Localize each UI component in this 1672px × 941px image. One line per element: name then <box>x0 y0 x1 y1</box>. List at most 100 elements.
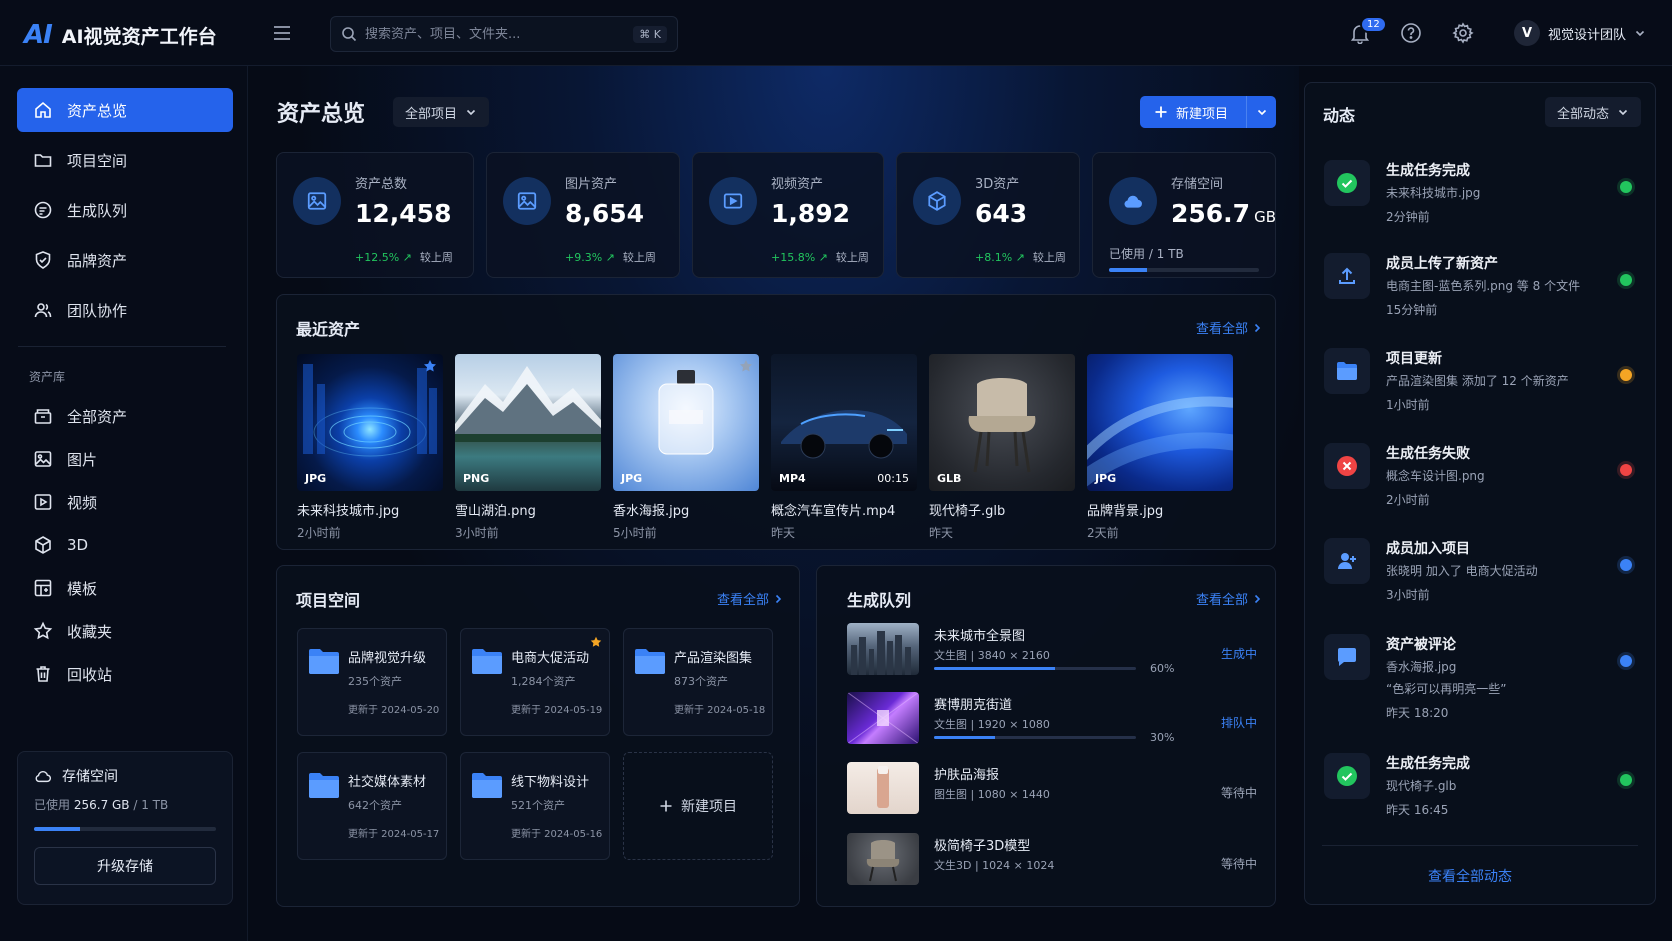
project-filter-value: 全部项目 <box>405 106 458 122</box>
asset-thumbnail: JPG <box>1087 354 1233 491</box>
search-bar[interactable]: ⌘ K <box>330 16 678 52</box>
activity-item-time: 1小时前 <box>1386 398 1430 412</box>
gear-icon[interactable] <box>1452 22 1474 44</box>
chevron-right-icon <box>773 594 783 604</box>
recent-view-all-link[interactable]: 查看全部 <box>1196 318 1262 337</box>
asset-card[interactable]: MP4 00:15 概念汽车宣传片.mp4 昨天 <box>771 354 917 541</box>
plus-icon <box>1154 105 1168 119</box>
activity-filter-select[interactable]: 全部动态 <box>1545 97 1642 127</box>
trash-icon <box>33 664 53 684</box>
asset-card[interactable]: GLB 现代椅子.glb 昨天 <box>929 354 1075 541</box>
stat-card-3d[interactable]: 3D资产 643 +8.1% ↗ 较上周 <box>896 152 1080 278</box>
activity-item-desc: 张晓明 加入了 电商大促活动 <box>1386 564 1538 578</box>
activity-item[interactable]: 资产被评论 香水海报.jpg “色彩可以再明亮一些” 昨天 18:20 <box>1324 626 1640 726</box>
project-asset-count: 642个资产 <box>348 799 402 812</box>
stat-card-total[interactable]: 资产总数 12,458 +12.5% ↗ 较上周 <box>276 152 474 278</box>
projects-view-all-link[interactable]: 查看全部 <box>717 589 783 608</box>
comment-icon <box>1324 634 1370 680</box>
folder-icon <box>1324 348 1370 394</box>
sidebar-item-favorites[interactable]: 收藏夹 <box>17 612 233 650</box>
activity-view-all-link[interactable]: 查看全部动态 <box>1428 866 1512 886</box>
help-icon[interactable] <box>1400 22 1422 44</box>
notification-badge: 12 <box>1360 16 1387 33</box>
sidebar-item-team[interactable]: 团队协作 <box>17 288 233 332</box>
chevron-right-icon <box>1252 594 1262 604</box>
new-project-main[interactable]: 新建项目 <box>1140 103 1246 122</box>
new-project-button[interactable]: 新建项目 <box>1140 96 1276 128</box>
upload-icon <box>1324 253 1370 299</box>
asset-card[interactable]: JPG 品牌背景.jpg 2天前 <box>1087 354 1233 541</box>
asset-card[interactable]: JPG 香水海报.jpg 5小时前 <box>613 354 759 541</box>
star-icon[interactable] <box>738 358 754 374</box>
queue-item[interactable]: 护肤品海报 图生图 | 1080 × 1440 等待中 <box>847 762 1257 818</box>
asset-format-badge: PNG <box>463 472 490 485</box>
image-icon <box>33 449 53 469</box>
queue-view-all-link[interactable]: 查看全部 <box>1196 589 1262 608</box>
video-icon <box>709 177 757 225</box>
queue-item-name: 未来城市全景图 <box>934 629 1026 644</box>
stat-value: 256.7 GB <box>1171 199 1276 228</box>
sidebar-item-videos[interactable]: 视频 <box>17 483 233 521</box>
sidebar-item-brand[interactable]: 品牌资产 <box>17 238 233 282</box>
upgrade-storage-button[interactable]: 升级存储 <box>34 847 216 885</box>
user-menu[interactable]: V 视觉设计团队 <box>1514 20 1646 46</box>
stat-card-images[interactable]: 图片资产 8,654 +9.3% ↗ 较上周 <box>486 152 680 278</box>
asset-format-badge: MP4 <box>779 472 806 485</box>
activity-item[interactable]: 生成任务失败 概念车设计图.png 2小时前 <box>1324 435 1640 515</box>
asset-time: 昨天 <box>929 526 954 540</box>
activity-item[interactable]: 生成任务完成 现代椅子.glb 昨天 16:45 <box>1324 745 1640 825</box>
project-card[interactable]: 线下物料设计 521个资产 更新于 2024-05-16 <box>460 752 610 860</box>
queue-item[interactable]: 未来城市全景图 文生图 | 3840 × 2160 60% 生成中 <box>847 623 1257 679</box>
storage-used-prefix: 已使用 <box>34 798 71 812</box>
sidebar-item-images[interactable]: 图片 <box>17 440 233 478</box>
new-project-card[interactable]: 新建项目 <box>623 752 773 860</box>
queue-item[interactable]: 赛博朋克街道 文生图 | 1920 × 1080 30% 排队中 <box>847 692 1257 748</box>
project-asset-count: 873个资产 <box>674 675 728 688</box>
project-card[interactable]: 社交媒体素材 642个资产 更新于 2024-05-17 <box>297 752 447 860</box>
search-input[interactable] <box>365 26 626 42</box>
asset-card[interactable]: PNG 雪山湖泊.png 3小时前 <box>455 354 601 541</box>
sidebar-item-label: 图片 <box>67 450 98 469</box>
activity-item[interactable]: 成员加入项目 张晓明 加入了 电商大促活动 3小时前 <box>1324 530 1640 610</box>
sidebar-item-projects[interactable]: 项目空间 <box>17 138 233 182</box>
queue-title: 生成队列 <box>847 591 912 610</box>
project-name: 产品渲染图集 <box>674 651 753 666</box>
sidebar-item-overview[interactable]: 资产总览 <box>17 88 233 132</box>
page-title: 资产总览 <box>277 102 366 127</box>
stat-label: 3D资产 <box>975 177 1020 192</box>
new-project-dropdown[interactable] <box>1246 96 1276 128</box>
sidebar-item-queue[interactable]: 生成队列 <box>17 188 233 232</box>
stat-label: 存储空间 <box>1171 177 1224 192</box>
sidebar-item-templates[interactable]: 模板 <box>17 569 233 607</box>
activity-item[interactable]: 成员上传了新资产 电商主图-蓝色系列.png 等 8 个文件 15分钟前 <box>1324 245 1640 325</box>
stat-card-videos[interactable]: 视频资产 1,892 +15.8% ↗ 较上周 <box>692 152 884 278</box>
star-icon[interactable] <box>422 358 438 374</box>
activity-item[interactable]: 生成任务完成 未来科技城市.jpg 2分钟前 <box>1324 152 1640 232</box>
sidebar-item-trash[interactable]: 回收站 <box>17 655 233 693</box>
new-project-card-label: 新建项目 <box>681 799 737 815</box>
sidebar-item-all-assets[interactable]: 全部资产 <box>17 397 233 435</box>
search-icon <box>341 26 357 42</box>
storage-progress-fill <box>34 827 80 831</box>
folder-icon <box>33 150 53 170</box>
activity-item[interactable]: 项目更新 产品渲染图集 添加了 12 个新资产 1小时前 <box>1324 340 1640 420</box>
app-logo[interactable]: AI AI视觉资产工作台 <box>24 20 217 50</box>
project-card[interactable]: 品牌视觉升级 235个资产 更新于 2024-05-20 <box>297 628 447 736</box>
project-card[interactable]: 电商大促活动 1,284个资产 更新于 2024-05-19 <box>460 628 610 736</box>
stat-compare: 较上周 <box>419 251 453 264</box>
menu-toggle-icon[interactable] <box>271 22 293 44</box>
star-icon[interactable] <box>589 635 603 649</box>
chevron-down-icon <box>465 106 477 118</box>
project-updated: 更新于 2024-05-19 <box>511 705 603 716</box>
project-filter-select[interactable]: 全部项目 <box>393 97 490 127</box>
stat-card-storage[interactable]: 存储空间 256.7 GB 已使用 / 1 TB <box>1092 152 1276 278</box>
error-icon <box>1324 443 1370 489</box>
project-card[interactable]: 产品渲染图集 873个资产 更新于 2024-05-18 <box>623 628 773 736</box>
status-dot <box>1620 774 1632 786</box>
queue-item[interactable]: 极简椅子3D模型 文生3D | 1024 × 1024 等待中 <box>847 833 1257 889</box>
view-all-label: 查看全部 <box>717 593 770 608</box>
storage-progress-bar <box>34 827 216 831</box>
sidebar-item-3d[interactable]: 3D <box>17 526 233 564</box>
asset-card[interactable]: JPG 未来科技城市.jpg 2小时前 <box>297 354 443 541</box>
stat-change: +15.8% ↗ 较上周 <box>771 249 869 265</box>
